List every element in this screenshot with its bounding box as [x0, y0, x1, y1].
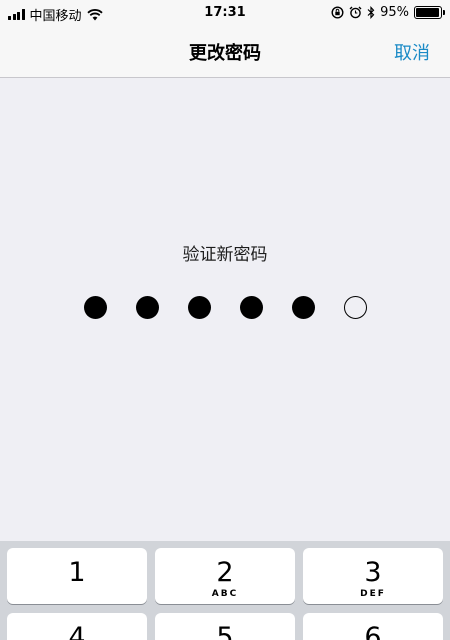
key-5[interactable]: 5JKL — [155, 613, 295, 640]
cancel-button[interactable]: 取消 — [394, 39, 430, 65]
key-3[interactable]: 3 DEF — [303, 548, 443, 604]
status-bar: 中国移动 17:31 95% — [0, 0, 450, 26]
passcode-dot-filled — [291, 296, 315, 319]
bluetooth-icon — [367, 6, 375, 19]
key-number: 3 — [364, 557, 382, 588]
key-2[interactable]: 2 ABC — [155, 548, 295, 604]
passcode-prompt: 验证新密码 — [182, 245, 268, 265]
status-right: 95% — [331, 5, 445, 20]
key-letters: DEF — [360, 589, 386, 599]
passcode-dot-filled — [187, 296, 211, 319]
passcode-dot-empty — [343, 296, 367, 319]
orientation-lock-icon — [331, 6, 344, 19]
battery-percent: 95% — [380, 5, 409, 20]
navigation-bar: 更改密码 取消 — [0, 26, 450, 78]
passcode-dot-filled — [83, 296, 107, 319]
passcode-dot-filled — [135, 296, 159, 319]
key-6[interactable]: 6MNO — [303, 613, 443, 640]
key-4[interactable]: 4GHI — [7, 613, 147, 640]
page-title: 更改密码 — [189, 43, 261, 64]
battery-icon — [414, 6, 445, 19]
numeric-keypad: 12ABC3DEF4GHI5JKL6MNO — [0, 541, 450, 640]
passcode-dots — [0, 296, 450, 319]
key-number: 6 — [364, 622, 382, 640]
key-letters: ABC — [211, 589, 239, 599]
key-1[interactable]: 1 — [7, 548, 147, 604]
key-number: 5 — [216, 622, 234, 640]
alarm-icon — [349, 6, 362, 19]
key-number: 1 — [68, 557, 86, 588]
key-number: 2 — [216, 557, 234, 588]
key-number: 4 — [68, 622, 86, 640]
passcode-dot-filled — [239, 296, 263, 319]
battery-fill — [416, 8, 439, 17]
